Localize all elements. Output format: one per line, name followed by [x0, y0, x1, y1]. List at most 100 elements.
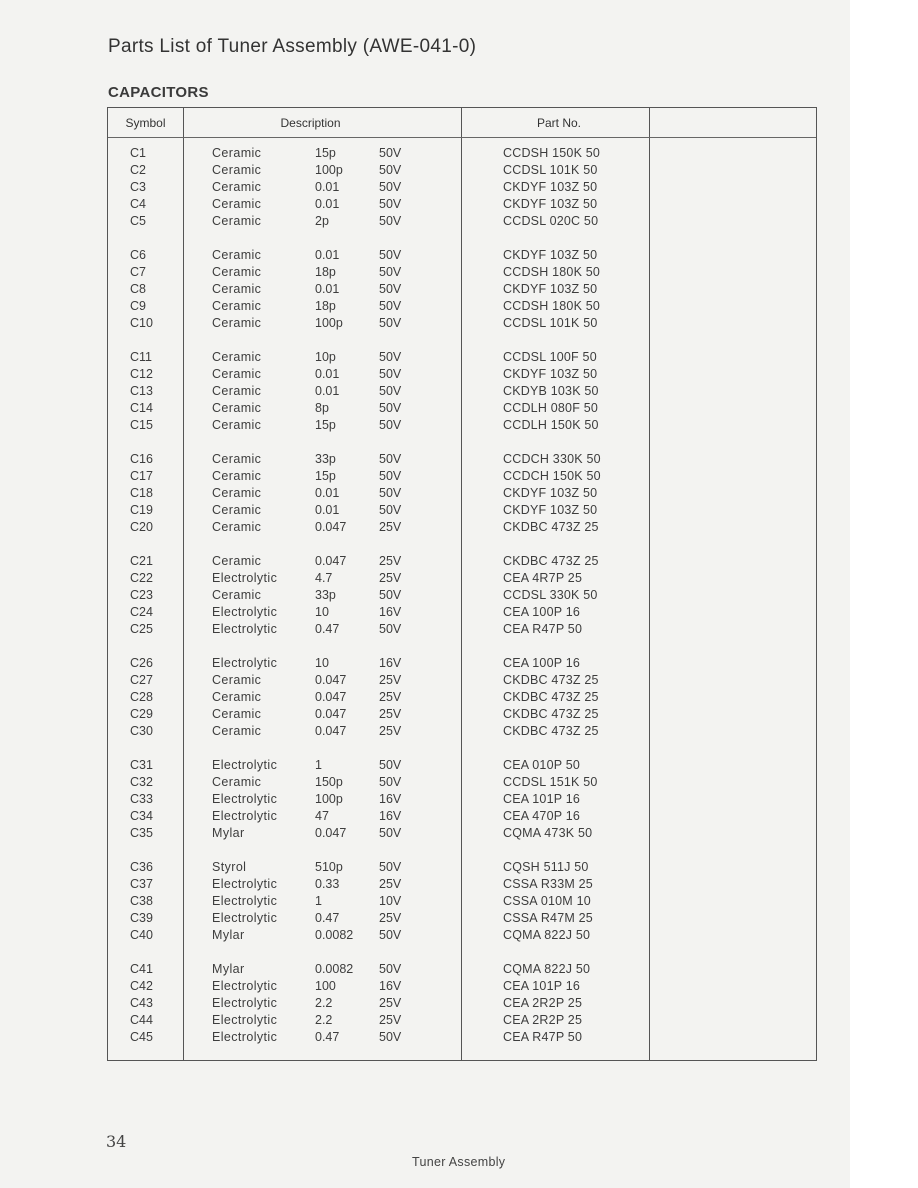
cell-part-no: CKDBC 473Z 25 — [503, 690, 599, 705]
cell-value: 0.33 — [315, 877, 340, 892]
table-row: C16 Ceramic 33p 50V CCDCH 330K 50 — [108, 452, 816, 469]
cell-part-no: CKDYF 103Z 50 — [503, 180, 598, 195]
cell-symbol: C4 — [130, 197, 146, 212]
cell-voltage: 25V — [379, 911, 402, 926]
cell-type: Ceramic — [212, 452, 262, 466]
cell-type: Ceramic — [212, 367, 262, 382]
cell-type: Ceramic — [212, 588, 262, 603]
table-row: C27 Ceramic 0.047 25V CKDBC 473Z 25 — [108, 673, 816, 690]
cell-value: 1 — [315, 894, 322, 909]
cell-part-no: CKDBC 473Z 25 — [503, 673, 599, 688]
cell-symbol: C38 — [130, 894, 153, 909]
cell-symbol: C39 — [130, 911, 153, 926]
cell-symbol: C24 — [130, 605, 153, 620]
cell-part-no: CKDYB 103K 50 — [503, 384, 599, 399]
cell-value: 1 — [315, 758, 322, 772]
cell-voltage: 50V — [379, 758, 402, 772]
cell-symbol: C34 — [130, 809, 153, 824]
cell-part-no: CKDYF 103Z 50 — [503, 486, 598, 501]
parts-table: Symbol Description Part No. C1 Ceramic 15p… — [107, 107, 817, 1061]
cell-value: 0.047 — [315, 554, 347, 568]
table-row: C33 Electrolytic 100p 16V CEA 101P 16 — [108, 792, 816, 809]
cell-symbol: C1 — [130, 146, 146, 160]
cell-symbol: C16 — [130, 452, 153, 466]
cell-part-no: CCDSH 150K 50 — [503, 146, 601, 160]
cell-voltage: 50V — [379, 775, 402, 790]
cell-part-no: CEA 470P 16 — [503, 809, 581, 824]
cell-part-no: CEA 101P 16 — [503, 792, 581, 807]
cell-voltage: 50V — [379, 367, 402, 382]
cell-voltage: 50V — [379, 962, 402, 976]
cell-part-no: CCDSL 100F 50 — [503, 350, 597, 364]
cell-symbol: C44 — [130, 1013, 153, 1028]
cell-type: Mylar — [212, 826, 245, 841]
cell-value: 0.047 — [315, 520, 347, 535]
table-row: C37 Electrolytic 0.33 25V CSSA R33M 25 — [108, 877, 816, 894]
cell-part-no: CKDYF 103Z 50 — [503, 248, 598, 262]
cell-symbol: C19 — [130, 503, 153, 518]
cell-value: 0.01 — [315, 486, 340, 501]
cell-value: 0.01 — [315, 503, 340, 518]
cell-part-no: CQMA 822J 50 — [503, 962, 591, 976]
cell-type: Ceramic — [212, 248, 262, 262]
cell-voltage: 50V — [379, 214, 402, 229]
cell-symbol: C27 — [130, 673, 153, 688]
cell-symbol: C30 — [130, 724, 153, 739]
cell-part-no: CCDLH 150K 50 — [503, 418, 599, 433]
cell-type: Ceramic — [212, 418, 262, 433]
cell-symbol: C21 — [130, 554, 153, 568]
cell-type: Ceramic — [212, 316, 262, 331]
table-row: C41 Mylar 0.0082 50V CQMA 822J 50 — [108, 962, 816, 979]
cell-type: Electrolytic — [212, 605, 278, 620]
cell-symbol: C23 — [130, 588, 153, 603]
cell-type: Electrolytic — [212, 1013, 278, 1028]
cell-part-no: CCDSH 180K 50 — [503, 265, 601, 280]
cell-voltage: 50V — [379, 401, 402, 416]
table-row: C13 Ceramic 0.01 50V CKDYB 103K 50 — [108, 384, 816, 401]
cell-part-no: CCDCH 330K 50 — [503, 452, 601, 466]
cell-type: Ceramic — [212, 775, 262, 790]
cell-voltage: 25V — [379, 707, 402, 722]
cell-value: 0.47 — [315, 911, 340, 926]
cell-value: 18p — [315, 299, 336, 314]
cell-part-no: CQSH 511J 50 — [503, 860, 589, 874]
cell-type: Ceramic — [212, 299, 262, 314]
table-row: C43 Electrolytic 2.2 25V CEA 2R2P 25 — [108, 996, 816, 1013]
header-divider — [108, 137, 816, 138]
cell-type: Ceramic — [212, 163, 262, 178]
cell-symbol: C15 — [130, 418, 153, 433]
table-row: C44 Electrolytic 2.2 25V CEA 2R2P 25 — [108, 1013, 816, 1030]
cell-voltage: 50V — [379, 486, 402, 501]
cell-type: Mylar — [212, 962, 245, 976]
cell-symbol: C14 — [130, 401, 153, 416]
cell-type: Electrolytic — [212, 622, 278, 637]
cell-part-no: CCDSL 151K 50 — [503, 775, 598, 790]
cell-symbol: C26 — [130, 656, 153, 670]
cell-voltage: 25V — [379, 673, 402, 688]
cell-voltage: 25V — [379, 554, 402, 568]
cell-symbol: C41 — [130, 962, 153, 976]
cell-voltage: 50V — [379, 316, 402, 331]
cell-part-no: CEA 100P 16 — [503, 656, 581, 670]
cell-part-no: CCDSL 020C 50 — [503, 214, 599, 229]
cell-part-no: CEA 4R7P 25 — [503, 571, 583, 586]
cell-type: Electrolytic — [212, 894, 278, 909]
page-title: Parts List of Tuner Assembly (AWE-041-0) — [108, 36, 477, 57]
cell-symbol: C11 — [130, 350, 153, 364]
table-row: C19 Ceramic 0.01 50V CKDYF 103Z 50 — [108, 503, 816, 520]
cell-voltage: 50V — [379, 180, 402, 195]
cell-symbol: C8 — [130, 282, 146, 297]
cell-symbol: C7 — [130, 265, 146, 280]
cell-symbol: C35 — [130, 826, 153, 841]
cell-voltage: 50V — [379, 418, 402, 433]
cell-value: 0.01 — [315, 282, 340, 297]
cell-symbol: C28 — [130, 690, 153, 705]
cell-voltage: 50V — [379, 826, 402, 841]
cell-value: 0.47 — [315, 1030, 340, 1045]
cell-type: Styrol — [212, 860, 247, 874]
cell-part-no: CSSA 010M 10 — [503, 894, 591, 909]
table-row: C29 Ceramic 0.047 25V CKDBC 473Z 25 — [108, 707, 816, 724]
header-part-no: Part No. — [536, 116, 581, 130]
cell-symbol: C5 — [130, 214, 146, 229]
cell-type: Ceramic — [212, 673, 262, 688]
